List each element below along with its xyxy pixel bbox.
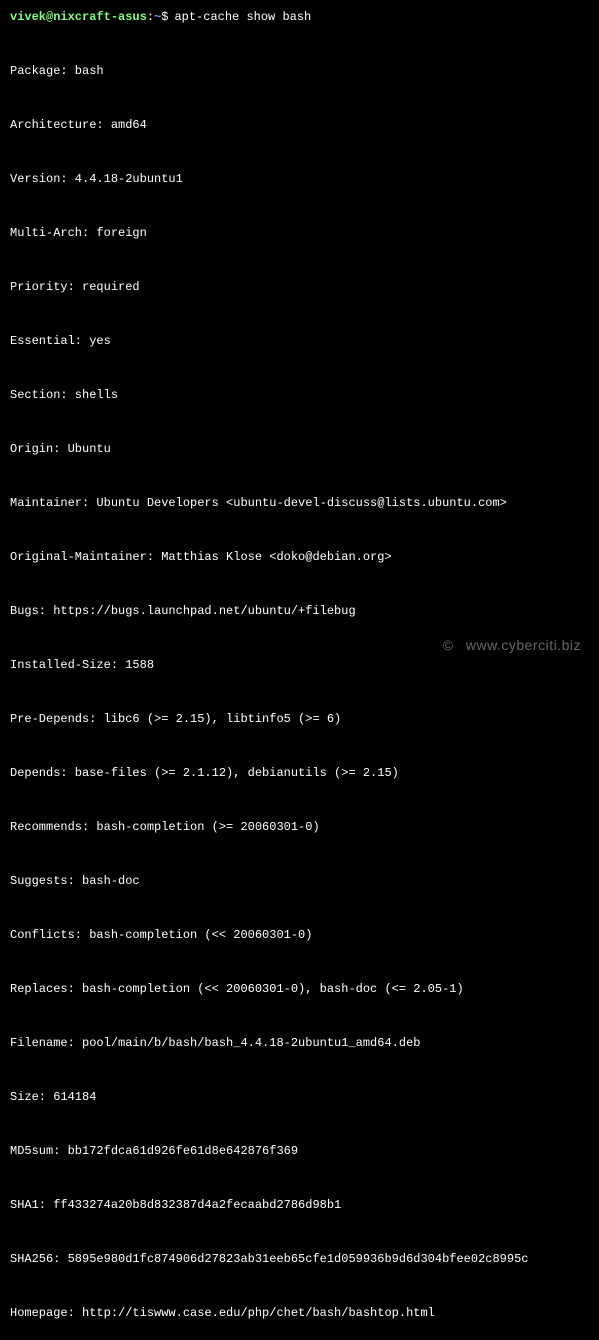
pkg-recommends: Recommends: bash-completion (>= 20060301… <box>10 818 589 836</box>
pkg-sha1: SHA1: ff433274a20b8d832387d4a2fecaabd278… <box>10 1196 589 1214</box>
watermark: © www.cyberciti.biz <box>443 635 581 656</box>
pkg-original-maintainer: Original-Maintainer: Matthias Klose <dok… <box>10 548 589 566</box>
prompt-line-1: vivek@nixcraft-asus:~$ apt-cache show ba… <box>10 8 589 26</box>
command-output: Package: bash Architecture: amd64 Versio… <box>10 26 589 1340</box>
prompt-dollar: $ <box>161 8 168 26</box>
pkg-homepage: Homepage: http://tiswww.case.edu/php/che… <box>10 1304 589 1322</box>
copyright-icon: © <box>443 637 454 653</box>
pkg-bugs: Bugs: https://bugs.launchpad.net/ubuntu/… <box>10 602 589 620</box>
pkg-architecture: Architecture: amd64 <box>10 116 589 134</box>
pkg-installed-size: Installed-Size: 1588 <box>10 656 589 674</box>
watermark-site: www.cyberciti.biz <box>466 637 581 653</box>
pkg-size: Size: 614184 <box>10 1088 589 1106</box>
pkg-replaces: Replaces: bash-completion (<< 20060301-0… <box>10 980 589 998</box>
user-host: vivek@nixcraft-asus <box>10 8 147 26</box>
pkg-suggests: Suggests: bash-doc <box>10 872 589 890</box>
pkg-multi-arch: Multi-Arch: foreign <box>10 224 589 242</box>
pkg-filename: Filename: pool/main/b/bash/bash_4.4.18-2… <box>10 1034 589 1052</box>
prompt-path: ~ <box>154 8 161 26</box>
command-text[interactable]: apt-cache show bash <box>174 8 311 26</box>
pkg-priority: Priority: required <box>10 278 589 296</box>
pkg-pre-depends: Pre-Depends: libc6 (>= 2.15), libtinfo5 … <box>10 710 589 728</box>
pkg-origin: Origin: Ubuntu <box>10 440 589 458</box>
pkg-essential: Essential: yes <box>10 332 589 350</box>
pkg-maintainer: Maintainer: Ubuntu Developers <ubuntu-de… <box>10 494 589 512</box>
pkg-conflicts: Conflicts: bash-completion (<< 20060301-… <box>10 926 589 944</box>
pkg-section: Section: shells <box>10 386 589 404</box>
prompt-colon: : <box>147 8 154 26</box>
pkg-sha256: SHA256: 5895e980d1fc874906d27823ab31eeb6… <box>10 1250 589 1268</box>
pkg-md5sum: MD5sum: bb172fdca61d926fe61d8e642876f369 <box>10 1142 589 1160</box>
pkg-depends: Depends: base-files (>= 2.1.12), debianu… <box>10 764 589 782</box>
pkg-version: Version: 4.4.18-2ubuntu1 <box>10 170 589 188</box>
pkg-name: Package: bash <box>10 62 589 80</box>
